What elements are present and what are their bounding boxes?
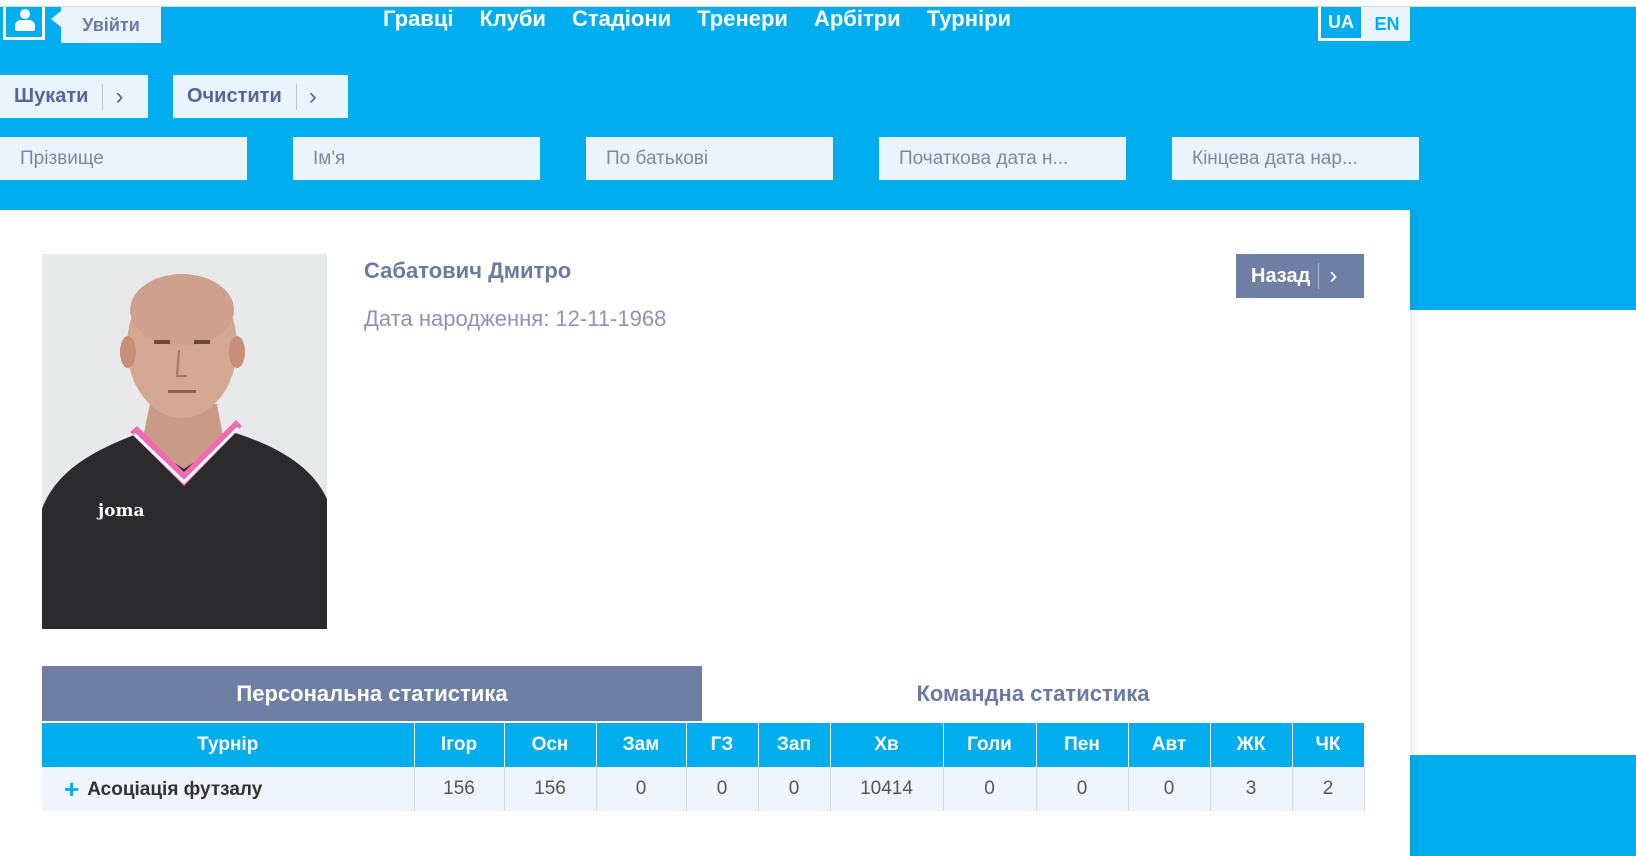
- col-subs: Зам: [596, 723, 687, 767]
- lang-en[interactable]: EN: [1364, 7, 1410, 41]
- col-penalties: Пен: [1036, 723, 1129, 767]
- search-button[interactable]: Шукати ›: [0, 75, 148, 118]
- start-date-field[interactable]: [879, 137, 1126, 180]
- nav-clubs[interactable]: Клуби: [479, 7, 545, 37]
- col-reserve: Зап: [758, 723, 831, 767]
- surname-field[interactable]: [0, 137, 247, 180]
- tournament-name: Асоціація футзалу: [87, 778, 263, 800]
- table-cell: 156: [414, 767, 505, 811]
- table-cell: 0: [1128, 767, 1211, 811]
- birth-date: Дата народження: 12-11-1968: [364, 306, 667, 331]
- window-top-border: [0, 0, 1636, 7]
- divider: [102, 83, 104, 110]
- lang-ua[interactable]: UA: [1318, 7, 1364, 41]
- user-icon[interactable]: [0, 7, 48, 43]
- nav-coaches[interactable]: Тренери: [697, 7, 788, 37]
- referee-name: Сабатович Дмитро: [364, 258, 572, 283]
- table-cell: 0: [943, 767, 1037, 811]
- clear-button[interactable]: Очистити ›: [173, 75, 348, 118]
- search-button-label: Шукати: [14, 85, 89, 107]
- tab-team-stats[interactable]: Командна статистика: [702, 666, 1364, 721]
- col-games: Ігор: [414, 723, 505, 767]
- col-gz: ГЗ: [686, 723, 759, 767]
- patronymic-field[interactable]: [586, 137, 833, 180]
- clear-button-label: Очистити: [187, 85, 282, 107]
- col-minutes: Хв: [830, 723, 944, 767]
- table-cell: 0: [758, 767, 831, 811]
- referee-photo: joma: [42, 254, 327, 629]
- main-nav: Гравці Клуби Стадіони Тренери Арбітри Ту…: [383, 7, 1011, 37]
- col-starts: Осн: [504, 723, 597, 767]
- end-date-field[interactable]: [1172, 137, 1419, 180]
- chevron-right-icon: ›: [1329, 262, 1338, 289]
- divider: [1318, 263, 1320, 289]
- stats-table: Турнір Ігор Осн Зам ГЗ Зап Хв Голи Пен А…: [42, 723, 1365, 811]
- back-button[interactable]: Назад ›: [1236, 254, 1364, 298]
- nav-referees[interactable]: Арбітри: [814, 7, 901, 37]
- tournament-cell[interactable]: + Асоціація футзалу: [42, 767, 415, 811]
- table-cell: 0: [1036, 767, 1129, 811]
- content-shadow: [1410, 210, 1420, 856]
- background-panel-bottom: [1410, 755, 1636, 856]
- chevron-right-icon: ›: [308, 82, 317, 110]
- shirt-logo: joma: [96, 501, 145, 521]
- col-red-cards: ЧК: [1292, 723, 1365, 767]
- login-button[interactable]: Увійти: [51, 7, 161, 43]
- nav-stadiums[interactable]: Стадіони: [572, 7, 671, 37]
- plus-icon[interactable]: +: [64, 774, 79, 804]
- table-cell: 0: [686, 767, 759, 811]
- col-goals: Голи: [943, 723, 1037, 767]
- nav-players[interactable]: Гравці: [383, 7, 453, 37]
- col-tournament: Турнір: [42, 723, 415, 767]
- col-yellow-cards: ЖК: [1210, 723, 1293, 767]
- first-name-field[interactable]: [293, 137, 540, 180]
- nav-tournaments[interactable]: Турніри: [927, 7, 1011, 37]
- table-cell: 3: [1210, 767, 1293, 811]
- back-button-label: Назад: [1251, 264, 1311, 287]
- tab-personal-stats[interactable]: Персональна статистика: [42, 666, 702, 721]
- language-switcher: UA EN: [1318, 7, 1410, 41]
- table-header-row: Турнір Ігор Осн Зам ГЗ Зап Хв Голи Пен А…: [42, 723, 1365, 767]
- table-cell: 0: [596, 767, 687, 811]
- table-row[interactable]: + Асоціація футзалу 156 156 0 0 0 10414 0…: [42, 767, 1365, 811]
- table-cell: 156: [504, 767, 597, 811]
- divider: [295, 83, 297, 110]
- background-panel-top: [1410, 7, 1636, 310]
- table-cell: 2: [1292, 767, 1365, 811]
- table-cell: 10414: [830, 767, 944, 811]
- chevron-right-icon: ›: [115, 82, 124, 110]
- col-own-goals: Авт: [1128, 723, 1211, 767]
